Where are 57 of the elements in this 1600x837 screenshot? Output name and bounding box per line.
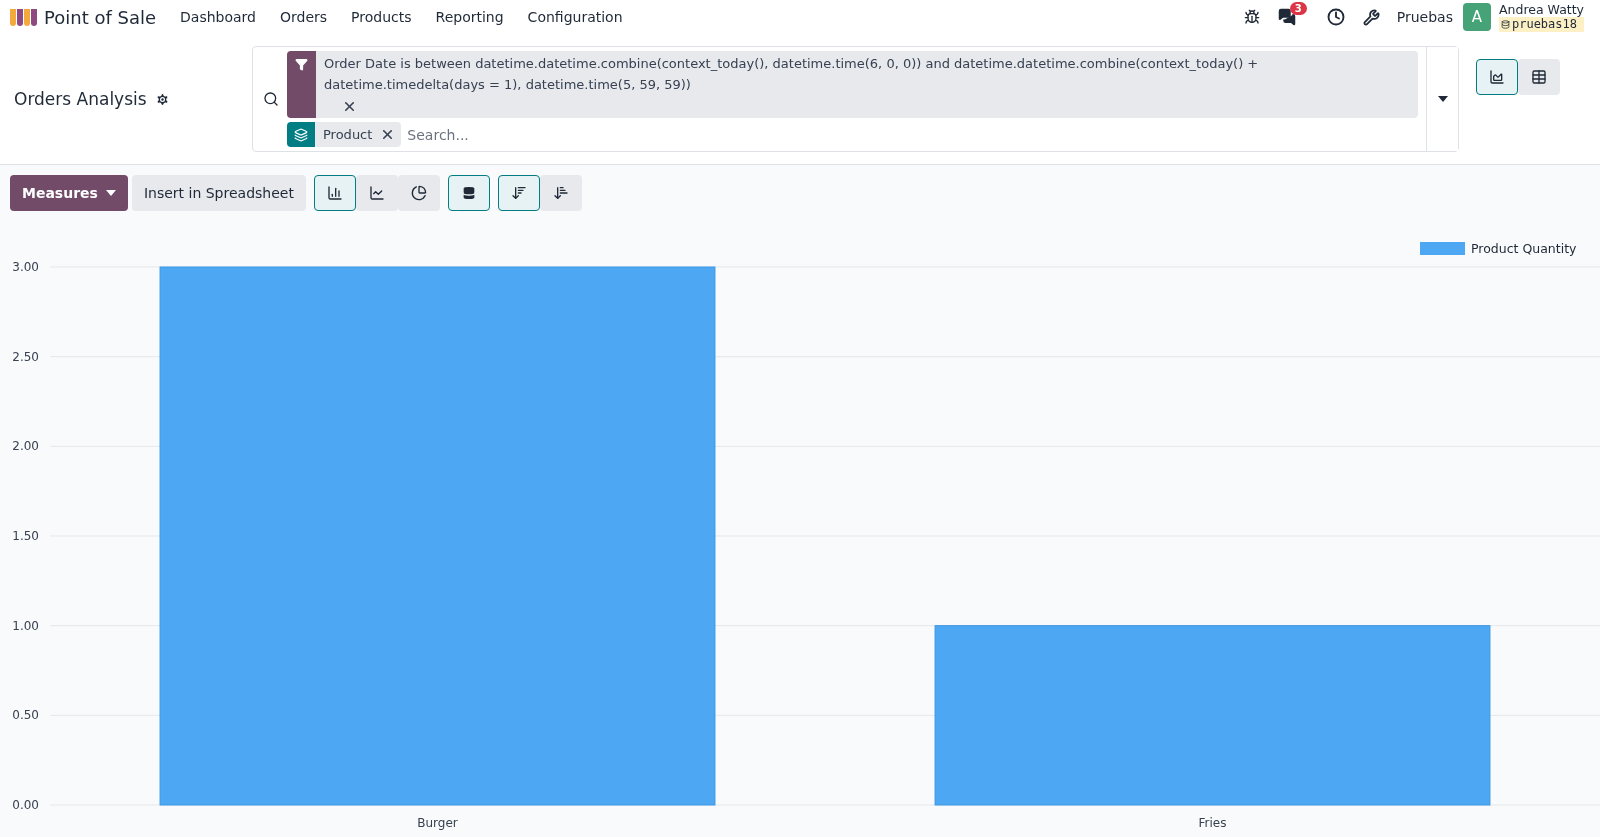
graph-view-button[interactable]	[1476, 58, 1518, 95]
database-icon	[1500, 20, 1510, 29]
line-chart-button[interactable]	[355, 175, 398, 211]
chat-icon[interactable]	[1277, 8, 1296, 26]
notification-count: 3	[1289, 2, 1307, 15]
awning-logo-icon[interactable]	[8, 7, 38, 27]
bar-chart-icon	[326, 185, 343, 201]
clock-icon[interactable]	[1326, 8, 1345, 26]
layers-icon	[294, 127, 308, 142]
sort-icon	[510, 185, 527, 201]
close-icon	[342, 99, 357, 114]
pivot-view-button[interactable]	[1518, 58, 1560, 95]
stacked-button[interactable]	[447, 175, 490, 211]
filter-icon	[295, 58, 308, 71]
area-chart-icon	[1489, 68, 1505, 85]
menu-item[interactable]: Dashboard	[168, 9, 268, 25]
facet-value: Order Date is between datetime.datetime.combine(context_today(), datetime.time(6, 0, 0)) and datetime.datetime.combine(context_today() + datetime.timedelta(days = 1), datetime.time(5, 59, 59))	[316, 51, 1418, 118]
table-icon	[1531, 68, 1547, 85]
sort-icon	[552, 185, 569, 201]
y-axis-label: 0.50	[12, 708, 39, 723]
y-axis-label: 1.00	[12, 618, 39, 633]
y-axis-label: 2.00	[12, 439, 39, 454]
insert-spreadsheet-button[interactable]: Insert in Spreadsheet	[131, 175, 306, 211]
y-axis-label: 1.50	[12, 529, 39, 543]
x-axis-label: Fries	[1198, 816, 1227, 830]
database-name: pruebas18	[1498, 17, 1584, 32]
line-chart-icon	[368, 185, 385, 201]
bug-icon[interactable]	[1243, 9, 1260, 25]
legend-swatch[interactable]	[1420, 242, 1465, 255]
menu-item[interactable]: Orders	[268, 9, 340, 25]
measures-button[interactable]: Measures	[10, 175, 128, 211]
tools-icon[interactable]	[1362, 8, 1380, 26]
caret-icon	[105, 190, 116, 196]
menu-item[interactable]: Products	[339, 9, 424, 25]
legend-label[interactable]: Product Quantity	[1471, 241, 1577, 256]
menu-item[interactable]: Configuration	[515, 9, 635, 25]
page-title: Orders Analysis	[14, 89, 147, 109]
app-name[interactable]: Point of Sale	[44, 6, 157, 28]
settings-icon[interactable]	[154, 91, 170, 107]
search-icon[interactable]	[263, 91, 279, 107]
pie-chart-icon	[410, 185, 427, 201]
bar-chart-button[interactable]	[313, 175, 356, 211]
toggle-search-panel-button[interactable]	[1426, 47, 1458, 151]
search-field[interactable]: Search...	[405, 122, 1418, 147]
x-axis-label: Burger	[417, 816, 458, 830]
pie-chart-button[interactable]	[397, 175, 440, 211]
y-axis-label: 0.00	[12, 798, 39, 812]
y-axis-label: 3.00	[12, 260, 39, 274]
company-name[interactable]: Pruebas	[1396, 9, 1453, 25]
descending-sort-button[interactable]	[497, 175, 540, 211]
ascending-sort-button[interactable]	[539, 175, 582, 211]
facet-value: Product	[322, 126, 374, 144]
stack-icon	[460, 185, 477, 201]
menu-item[interactable]: Reporting	[423, 9, 516, 25]
y-axis-label: 2.50	[12, 349, 39, 364]
caret-icon	[1437, 96, 1448, 102]
user-name: Andrea Watty	[1498, 2, 1584, 17]
